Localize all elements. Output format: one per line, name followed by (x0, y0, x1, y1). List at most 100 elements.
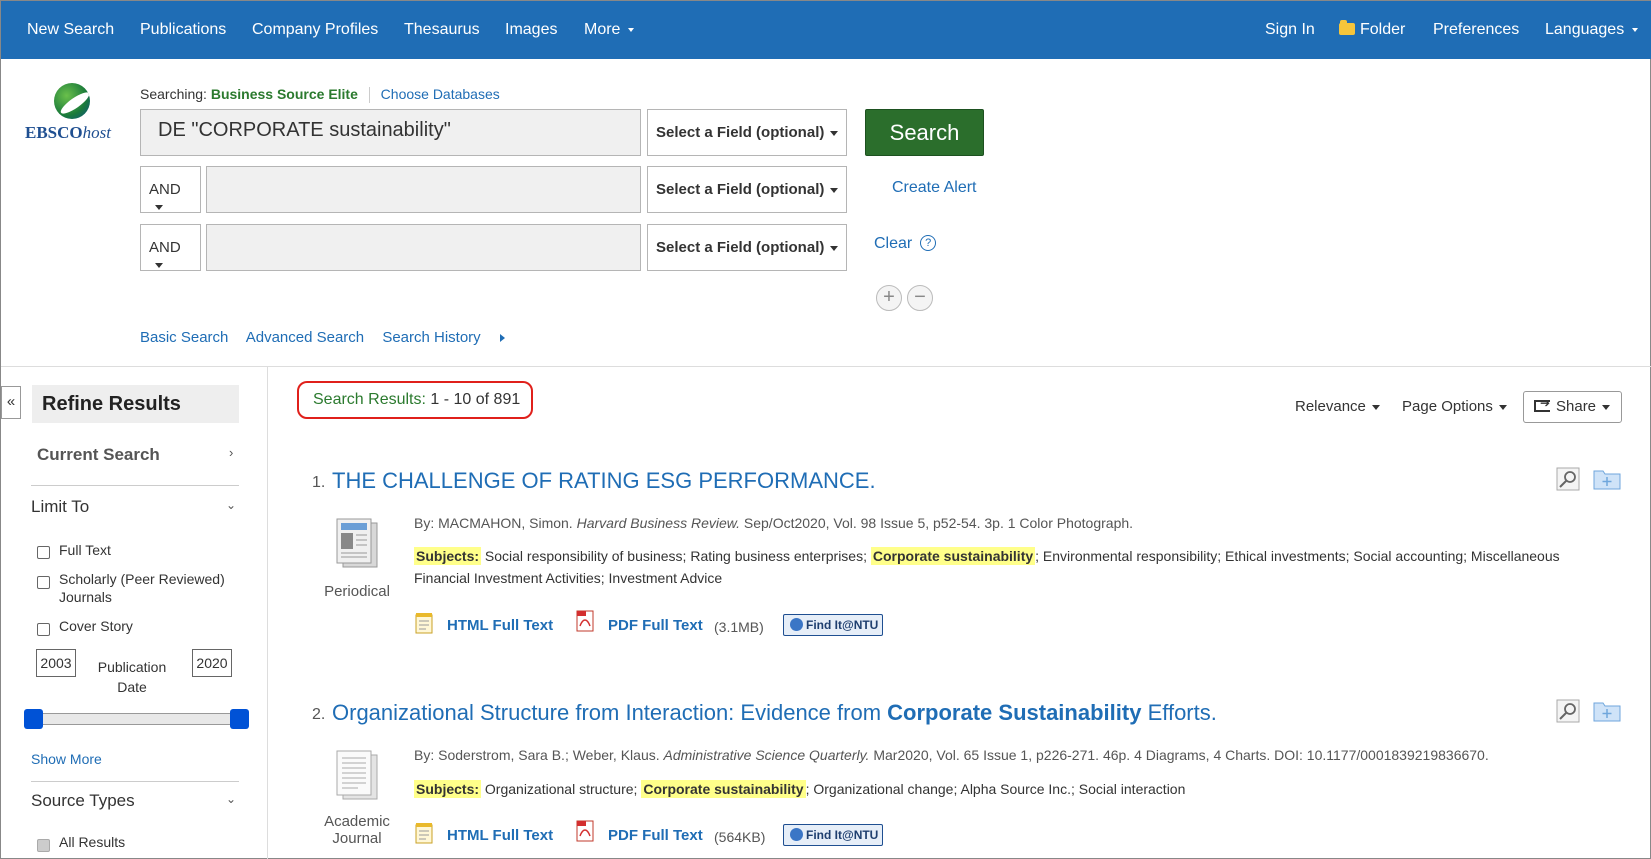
nav-images[interactable]: Images (505, 21, 557, 39)
nav-folder[interactable]: Folder (1339, 20, 1405, 39)
cover-story-checkbox[interactable] (37, 623, 50, 636)
subjects-label: Subjects: (414, 547, 482, 565)
full-text-checkbox[interactable] (37, 546, 50, 559)
help-icon[interactable]: ? (920, 235, 937, 251)
nav-new-search[interactable]: New Search (27, 21, 114, 39)
periodical-icon[interactable] (333, 517, 381, 573)
globe-icon (790, 618, 803, 631)
boolean-select-2[interactable]: AND (140, 166, 201, 213)
add-row-button[interactable]: + (876, 285, 902, 311)
basic-search-link[interactable]: Basic Search (140, 329, 228, 346)
search-mode-links: Basic Search Advanced Search Search Hist… (140, 329, 533, 346)
relevance-sort-dropdown[interactable]: Relevance (1295, 398, 1380, 415)
caret-down-icon (1498, 404, 1507, 410)
result-title-link[interactable]: THE CHALLENGE OF RATING ESG PERFORMANCE. (332, 468, 876, 494)
caret-down-icon (830, 130, 839, 136)
search-input-3[interactable] (206, 224, 641, 271)
nav-company-profiles[interactable]: Company Profiles (252, 21, 378, 39)
add-to-folder-icon[interactable] (1593, 698, 1621, 722)
academic-journal-icon[interactable] (333, 749, 381, 805)
folder-icon (1339, 20, 1355, 35)
pdf-icon[interactable] (575, 820, 595, 842)
subject-highlight[interactable]: Corporate sustainability (870, 547, 1036, 565)
clear-link[interactable]: Clear (874, 235, 912, 252)
find-it-button[interactable]: Find It@NTU (783, 614, 883, 636)
html-full-text-icon[interactable] (414, 612, 434, 634)
clear-row: Clear? (874, 235, 937, 253)
year-to-input[interactable]: 2020 (192, 649, 232, 677)
chevron-down-icon[interactable]: ⌄ (226, 498, 236, 512)
results-range: 1 - 10 of 891 (430, 391, 521, 408)
chevron-right-icon[interactable]: › (229, 445, 233, 460)
relevance-label: Relevance (1295, 398, 1366, 415)
add-to-folder-icon[interactable] (1593, 466, 1621, 490)
result-number: 1. (312, 474, 326, 491)
all-results-checkbox[interactable] (37, 839, 50, 852)
pdf-full-text-link[interactable]: PDF Full Text (608, 617, 703, 634)
search-input-2[interactable] (206, 166, 641, 213)
boolean-select-3[interactable]: AND (140, 224, 201, 271)
create-alert-link[interactable]: Create Alert (892, 179, 976, 197)
ebscohost-logo[interactable]: EBSCOhost (25, 83, 125, 143)
nav-more-menu[interactable]: More (584, 21, 635, 39)
html-full-text-link[interactable]: HTML Full Text (447, 827, 553, 844)
caret-down-icon (1632, 27, 1639, 32)
find-it-label: Find It@NTU (806, 828, 879, 842)
nav-thesaurus[interactable]: Thesaurus (404, 21, 480, 39)
search-results-count: Search Results: 1 - 10 of 891 (297, 381, 533, 419)
source-types-heading[interactable]: Source Types (31, 791, 135, 811)
search-input-1[interactable]: DE "CORPORATE sustainability" (140, 109, 641, 156)
caret-down-icon (628, 27, 635, 32)
pdf-icon[interactable] (575, 610, 595, 632)
pdf-full-text-link[interactable]: PDF Full Text (608, 827, 703, 844)
boolean-label: AND (149, 181, 181, 198)
divider (368, 87, 370, 104)
nav-sign-in[interactable]: Sign In (1265, 21, 1315, 39)
field-select-2[interactable]: Select a Field (optional) (647, 166, 847, 213)
scholarly-checkbox[interactable] (37, 576, 50, 589)
choose-databases-link[interactable]: Choose Databases (381, 86, 500, 102)
remove-row-button[interactable]: − (907, 285, 933, 311)
field-select-label: Select a Field (optional) (656, 239, 825, 256)
caret-down-icon (155, 262, 163, 268)
html-full-text-icon[interactable] (414, 822, 434, 844)
result-type-label: Periodical (324, 583, 390, 600)
result-type-label: Academic Journal (324, 813, 390, 847)
find-it-button[interactable]: Find It@NTU (783, 824, 883, 846)
field-select-3[interactable]: Select a Field (optional) (647, 224, 847, 271)
date-slider-min-handle[interactable] (24, 709, 43, 729)
boolean-label: AND (149, 239, 181, 256)
preview-magnifier-icon[interactable] (1556, 467, 1580, 491)
globe-icon (790, 828, 803, 841)
field-select-1[interactable]: Select a Field (optional) (647, 109, 847, 156)
result-subjects: Subjects: Social responsibility of busin… (414, 547, 1560, 586)
field-select-label: Select a Field (optional) (656, 124, 825, 141)
current-search-toggle[interactable]: Current Search (37, 445, 160, 465)
preview-magnifier-icon[interactable] (1556, 699, 1580, 723)
result-title-link[interactable]: Organizational Structure from Interactio… (332, 700, 1217, 726)
year-from-input[interactable]: 2003 (36, 649, 76, 677)
subject-highlight[interactable]: Corporate sustainability (641, 780, 806, 798)
chevron-down-icon[interactable]: ⌄ (226, 792, 236, 806)
html-full-text-link[interactable]: HTML Full Text (447, 617, 553, 634)
search-history-link[interactable]: Search History (382, 329, 518, 346)
full-text-label: Full Text (59, 542, 111, 558)
date-slider-track[interactable] (32, 713, 238, 725)
date-slider-max-handle[interactable] (230, 709, 249, 729)
subjects-label: Subjects: (414, 780, 482, 798)
search-button[interactable]: Search (865, 109, 984, 156)
share-button[interactable]: Share (1523, 391, 1622, 423)
pdf-size: (3.1MB) (714, 619, 764, 635)
show-more-link[interactable]: Show More (31, 751, 102, 767)
advanced-search-link[interactable]: Advanced Search (246, 329, 364, 346)
caret-down-icon (830, 187, 839, 193)
pdf-size: (564KB) (714, 829, 766, 845)
page-options-dropdown[interactable]: Page Options (1402, 398, 1507, 415)
limit-to-heading[interactable]: Limit To (31, 497, 89, 517)
nav-preferences[interactable]: Preferences (1433, 21, 1519, 39)
nav-publications[interactable]: Publications (140, 21, 226, 39)
divider (267, 367, 268, 859)
collapse-sidebar-button[interactable]: « (1, 386, 21, 419)
find-it-label: Find It@NTU (806, 618, 879, 632)
nav-languages-menu[interactable]: Languages (1545, 21, 1639, 39)
